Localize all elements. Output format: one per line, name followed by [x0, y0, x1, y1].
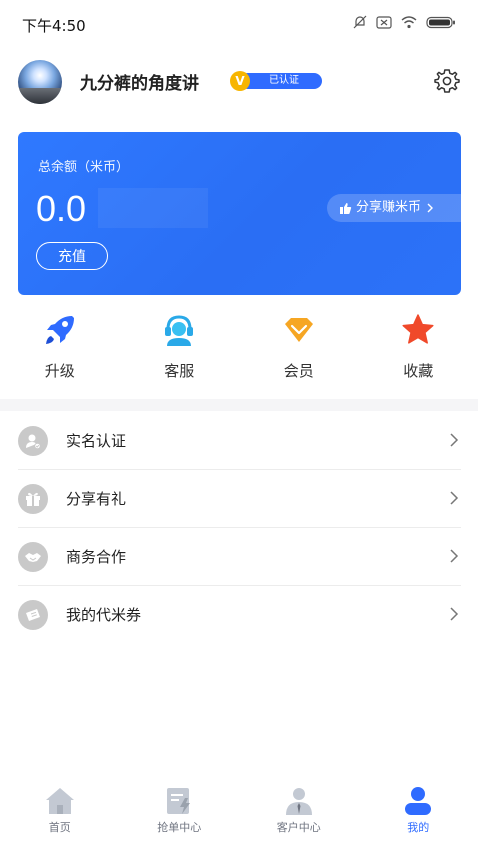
username: 九分裤的角度讲 [80, 74, 199, 94]
quick-action-service[interactable]: 客服 [120, 312, 240, 384]
tab-label: 首页 [48, 821, 71, 834]
amount-highlight [98, 188, 208, 228]
tab-customers[interactable]: 客户中心 [239, 780, 359, 850]
coupon-icon [18, 600, 48, 630]
balance-amount: 0.0 [36, 188, 87, 229]
tab-grab-orders[interactable]: 抢单中心 [120, 780, 240, 850]
recharge-button[interactable]: 充值 [36, 242, 108, 270]
chevron-right-icon [450, 549, 459, 563]
quick-action-vip[interactable]: 会员 [239, 312, 359, 384]
bottom-tab-bar: 首页 抢单中心 客户中心 我的 [0, 780, 478, 850]
star-icon [402, 314, 434, 344]
sim-blocked-icon [376, 15, 392, 29]
handshake-icon [18, 542, 48, 572]
gift-icon [18, 484, 48, 514]
grab-order-icon [167, 788, 191, 814]
menu-item-real-name[interactable]: 实名认证 [18, 412, 461, 470]
status-time: 下午4:50 [22, 17, 86, 35]
menu-item-label: 分享有礼 [66, 490, 127, 508]
battery-icon [426, 16, 455, 28]
balance-card: 总余额（米币） 0.0 充值 分享赚米币 [18, 132, 461, 295]
chevron-right-icon [427, 203, 434, 213]
vip-diamond-icon [284, 318, 313, 342]
share-earn-button[interactable]: 分享赚米币 [327, 194, 461, 222]
quick-action-label: 升级 [44, 362, 75, 380]
thumbs-up-icon [340, 202, 352, 214]
id-verify-icon [18, 426, 48, 456]
vip-v-icon: V [230, 71, 250, 91]
user-icon [405, 787, 432, 815]
chevron-right-icon [450, 491, 459, 505]
tab-label: 抢单中心 [157, 821, 202, 834]
home-icon [45, 788, 74, 814]
quick-action-favorites[interactable]: 收藏 [359, 312, 478, 384]
chevron-right-icon [450, 607, 459, 621]
share-earn-label: 分享赚米币 [356, 200, 422, 215]
settings-gear-icon[interactable] [434, 68, 460, 94]
chevron-right-icon [450, 433, 459, 447]
tab-mine[interactable]: 我的 [359, 780, 478, 850]
headset-icon [165, 315, 194, 346]
menu-item-share-gift[interactable]: 分享有礼 [18, 470, 461, 528]
menu-item-coupons[interactable]: 我的代米券 [18, 586, 461, 643]
menu-item-label: 我的代米券 [66, 606, 142, 624]
avatar[interactable] [18, 60, 62, 104]
quick-actions: 升级 客服 会员 收藏 [0, 312, 478, 384]
tab-home[interactable]: 首页 [0, 780, 120, 850]
mute-bell-icon [353, 15, 367, 29]
customer-icon [285, 788, 312, 815]
verified-badge: V 已认证 [230, 71, 322, 91]
settings-menu: 实名认证 分享有礼 商务合作 我的代米券 [18, 412, 461, 643]
menu-item-label: 实名认证 [66, 432, 127, 450]
quick-action-label: 会员 [283, 362, 314, 380]
balance-label: 总余额（米币） [38, 160, 130, 175]
wifi-icon [401, 15, 417, 28]
quick-action-upgrade[interactable]: 升级 [0, 312, 120, 384]
menu-item-label: 商务合作 [66, 548, 127, 566]
profile-header: 九分裤的角度讲 V 已认证 [0, 52, 478, 112]
quick-action-label: 收藏 [403, 362, 434, 380]
tab-label: 客户中心 [276, 821, 321, 834]
verified-label: 已认证 [240, 73, 322, 89]
rocket-icon [45, 316, 74, 344]
status-bar: 下午4:50 [0, 0, 478, 48]
menu-item-business[interactable]: 商务合作 [18, 528, 461, 586]
section-divider [0, 399, 478, 411]
status-icons [353, 15, 456, 29]
tab-label: 我的 [407, 821, 430, 834]
quick-action-label: 客服 [164, 362, 195, 380]
